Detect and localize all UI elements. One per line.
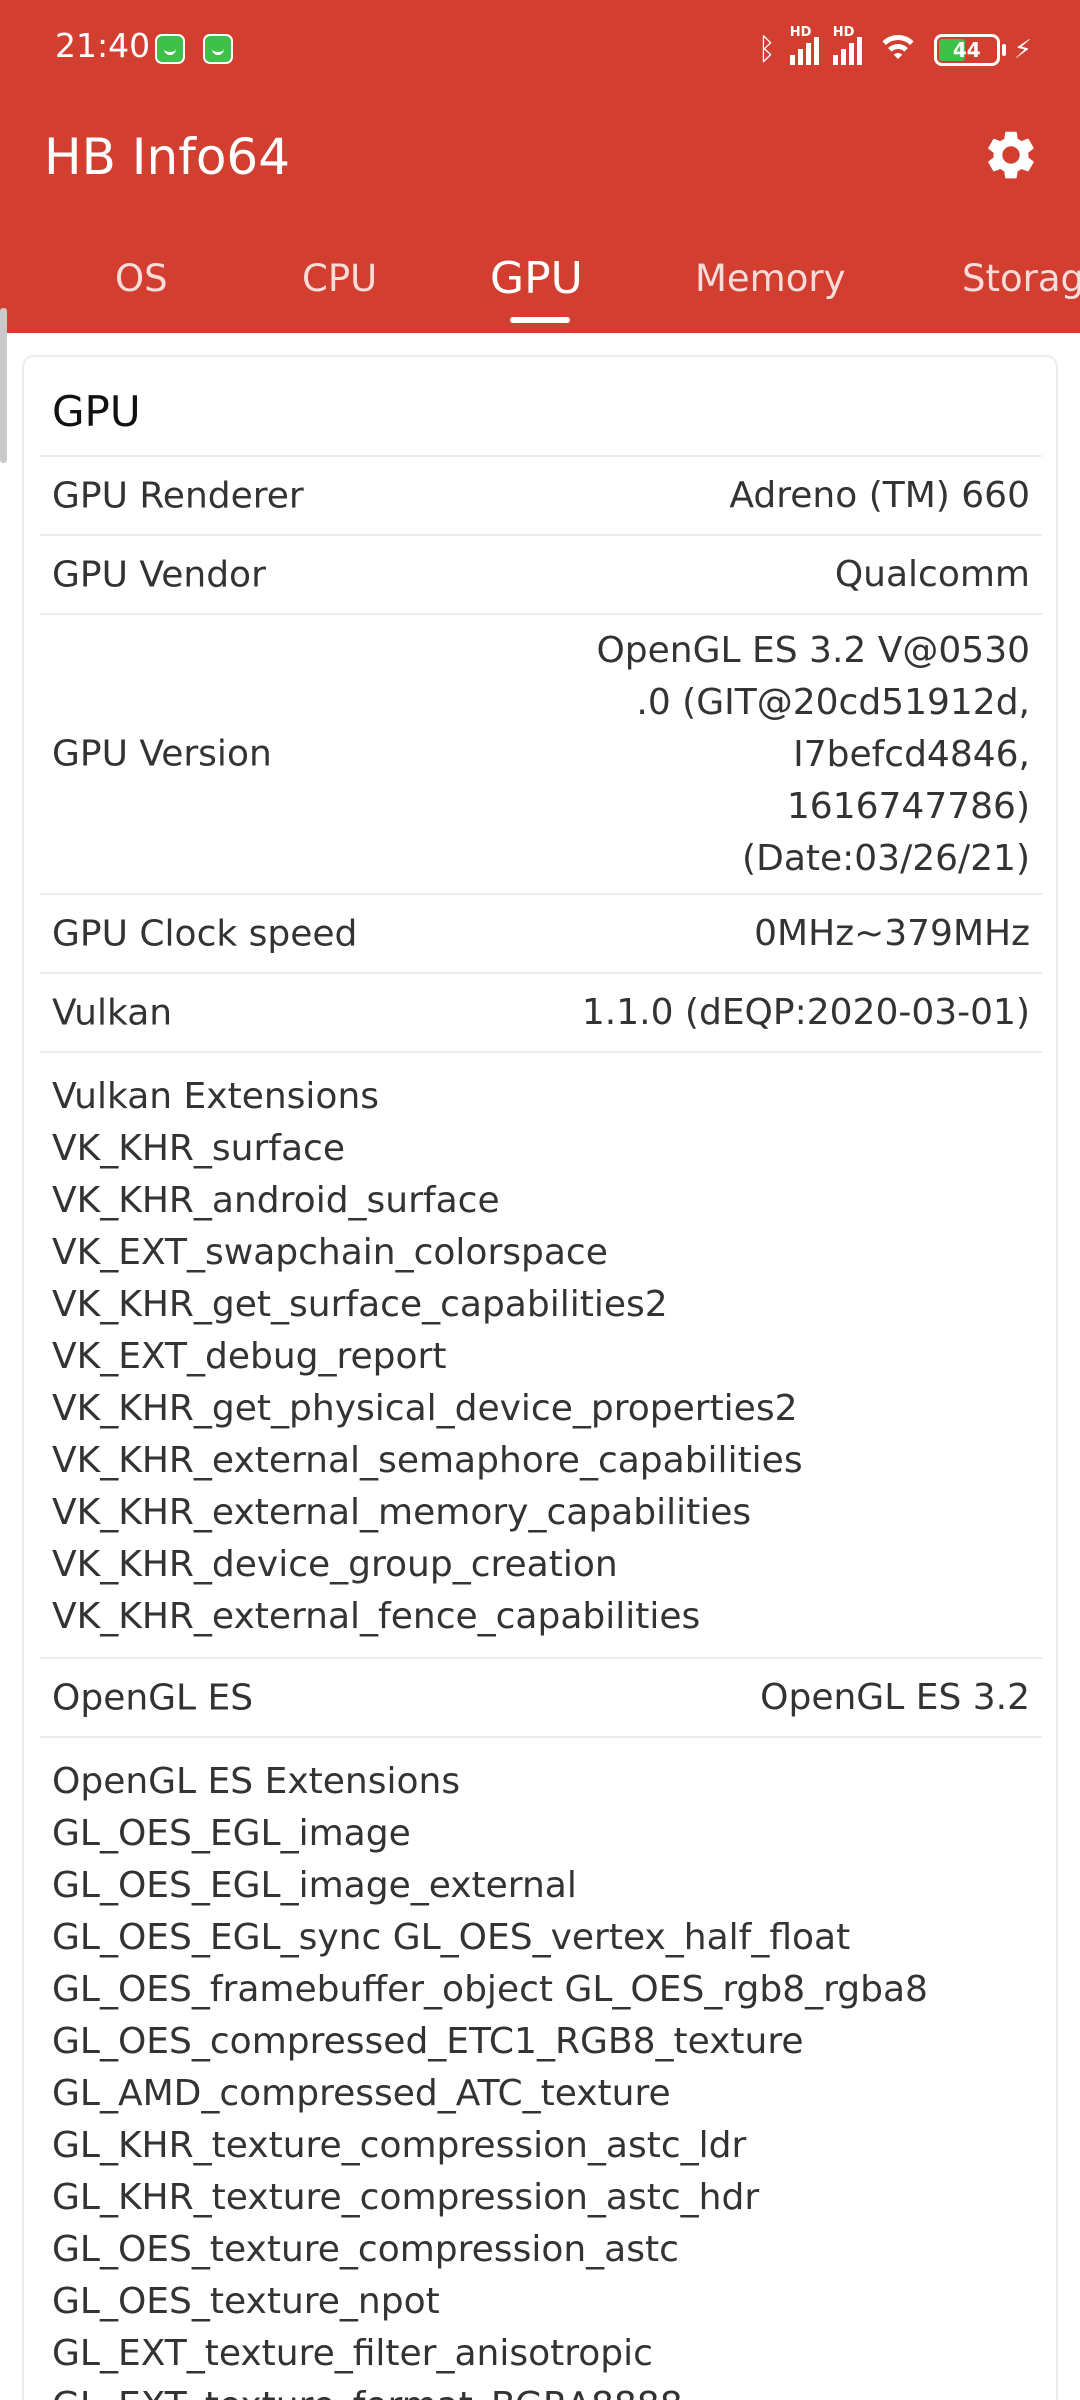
gpu-info-card: GPU GPU Renderer Adreno (TM) 660 GPU Ven…: [22, 355, 1058, 2400]
battery-level: 44: [952, 38, 981, 62]
row-label: GPU Version: [52, 733, 272, 775]
row-label: GPU Clock speed: [52, 913, 358, 954]
row-label: Vulkan Extensions: [52, 1076, 380, 1117]
row-label: OpenGL ES: [52, 1677, 254, 1718]
extension-item: VK_KHR_get_physical_device_properties2: [52, 1388, 798, 1429]
signal-hd-label: HD: [832, 25, 855, 40]
tab-storage[interactable]: Storag: [962, 257, 1080, 300]
value-line: .0 (GIT@20cd51912d,: [636, 682, 1030, 723]
row-label: GPU Renderer: [52, 475, 304, 516]
row-label: Vulkan: [52, 992, 173, 1033]
tab-os[interactable]: OS: [115, 257, 168, 300]
extension-item: VK_KHR_device_group_creation: [52, 1544, 618, 1585]
tab-memory[interactable]: Memory: [695, 257, 845, 300]
info-row-vulkan-extensions: Vulkan Extensions VK_KHR_surface VK_KHR_…: [40, 1051, 1042, 1657]
info-row-version: GPU Version OpenGL ES 3.2 V@0530 .0 (GIT…: [40, 613, 1042, 893]
extension-item: VK_KHR_get_surface_capabilities2: [52, 1284, 668, 1325]
extension-item: VK_KHR_external_semaphore_capabilities: [52, 1440, 803, 1481]
value-line: 1616747786): [786, 786, 1030, 827]
extension-item: GL_OES_EGL_sync GL_OES_vertex_half_float: [52, 1917, 851, 1958]
extension-item: GL_OES_EGL_image: [52, 1813, 411, 1854]
extension-item: GL_EXT_texture_format_BGRA8888: [52, 2380, 1030, 2400]
row-value: OpenGL ES 3.2 V@0530 .0 (GIT@20cd51912d,…: [472, 625, 1030, 885]
wifi-icon: [875, 33, 920, 67]
info-row-vendor: GPU Vendor Qualcomm: [40, 534, 1042, 613]
status-icons: ᛒ HD HD 44 ⚡: [757, 25, 1032, 72]
extension-item: GL_OES_texture_compression_astc: [52, 2229, 679, 2270]
signal-icon: HD: [832, 25, 862, 65]
signal-icon: HD: [789, 25, 819, 65]
status-time: 21:40: [55, 26, 151, 65]
row-value: 1.1.0 (dEQP:2020-03-01): [581, 991, 1030, 1033]
extension-item: VK_KHR_external_fence_capabilities: [52, 1596, 701, 1637]
battery-icon: 44: [933, 34, 1006, 66]
extension-item: GL_KHR_texture_compression_astc_ldr: [52, 2125, 747, 2166]
info-rows: GPU Renderer Adreno (TM) 660 GPU Vendor …: [40, 455, 1042, 2400]
extension-item: GL_OES_compressed_ETC1_RGB8_texture: [52, 2021, 804, 2062]
status-bar: 21:40 ᛒ HD HD 44 ⚡: [0, 0, 1080, 100]
bluetooth-icon: ᛒ: [757, 32, 776, 67]
row-value: 0MHz~379MHz: [754, 912, 1030, 954]
tab-bar: OS CPU GPU Memory Storag: [0, 245, 1080, 333]
row-value: Adreno (TM) 660: [729, 474, 1030, 516]
app-title: HB Info64: [44, 128, 291, 186]
extension-item: GL_AMD_compressed_ATC_texture: [52, 2073, 671, 2114]
extension-item: GL_KHR_texture_compression_astc_hdr: [52, 2177, 760, 2218]
value-line: (Date:03/26/21): [742, 838, 1030, 879]
row-value: Qualcomm: [834, 553, 1030, 595]
scrollbar-thumb[interactable]: [0, 308, 7, 463]
gear-icon[interactable]: [982, 126, 1040, 184]
extension-item: VK_KHR_android_surface: [52, 1180, 500, 1221]
active-tab-indicator: [510, 317, 570, 323]
extension-item: GL_OES_EGL_image_external: [52, 1865, 577, 1906]
signal-hd-label: HD: [789, 25, 812, 40]
info-row-vulkan: Vulkan 1.1.0 (dEQP:2020-03-01): [40, 972, 1042, 1051]
value-line: OpenGL ES 3.2 V@0530: [596, 630, 1030, 671]
info-row-opengl-es: OpenGL ES OpenGL ES 3.2: [40, 1657, 1042, 1736]
info-row-clock-speed: GPU Clock speed 0MHz~379MHz: [40, 893, 1042, 972]
notification-app-icon: [155, 34, 185, 64]
tab-cpu[interactable]: CPU: [302, 257, 377, 300]
info-row-renderer: GPU Renderer Adreno (TM) 660: [40, 455, 1042, 534]
row-label: GPU Vendor: [52, 554, 266, 595]
row-value: OpenGL ES 3.2: [760, 1676, 1030, 1718]
card-title: GPU: [52, 387, 141, 436]
tab-gpu[interactable]: GPU: [490, 253, 583, 304]
extension-item: GL_OES_framebuffer_object GL_OES_rgb8_rg…: [52, 1969, 928, 2010]
extension-item: GL_OES_texture_npot: [52, 2281, 440, 2322]
extension-item: VK_KHR_surface: [52, 1128, 345, 1169]
charging-icon: ⚡: [1013, 35, 1032, 65]
extension-item: GL_EXT_texture_filter_anisotropic: [52, 2333, 653, 2374]
value-line: I7befcd4846,: [793, 734, 1030, 775]
info-row-opengl-extensions: OpenGL ES Extensions GL_OES_EGL_image GL…: [40, 1736, 1042, 2400]
notification-app-icon: [203, 34, 233, 64]
extension-item: VK_EXT_swapchain_colorspace: [52, 1232, 608, 1273]
extension-item: VK_KHR_external_memory_capabilities: [52, 1492, 752, 1533]
row-label: OpenGL ES Extensions: [52, 1761, 461, 1802]
extension-item: VK_EXT_debug_report: [52, 1336, 447, 1377]
app-header: 21:40 ᛒ HD HD 44 ⚡ HB Info64 OS CPU GPU …: [0, 0, 1080, 333]
